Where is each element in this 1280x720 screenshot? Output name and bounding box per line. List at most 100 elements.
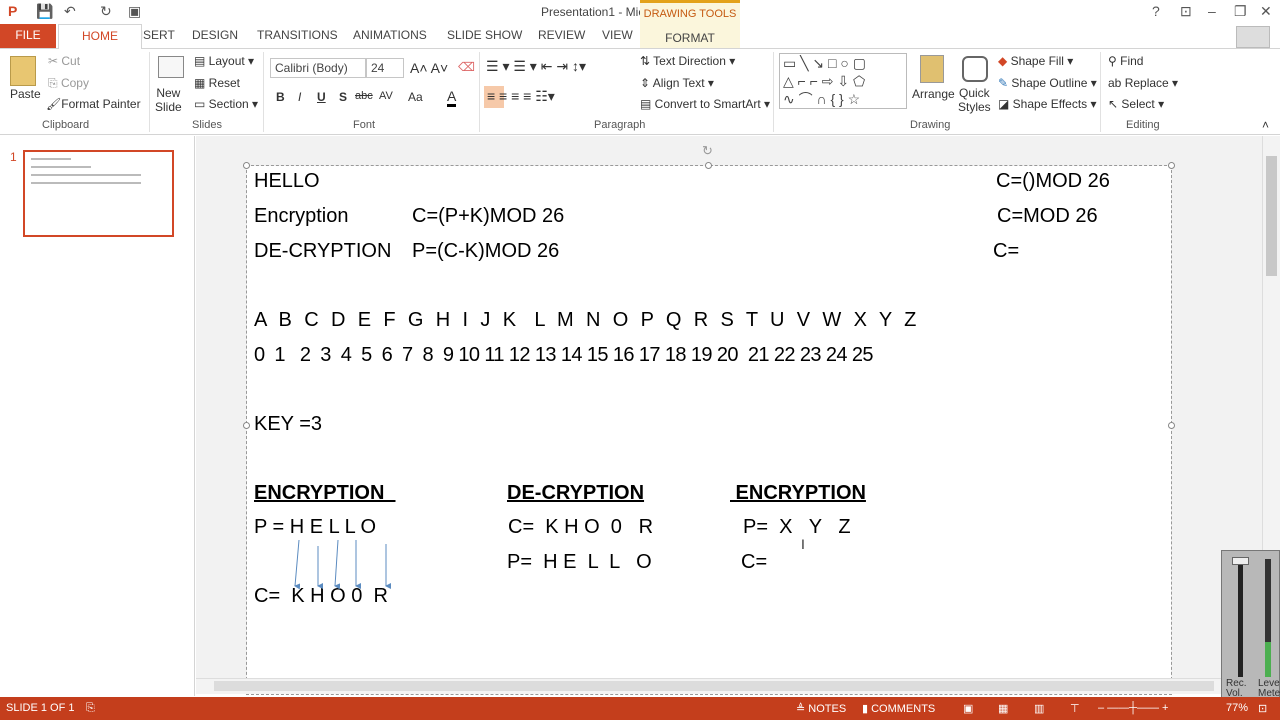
tab-transitions[interactable]: TRANSITIONS bbox=[257, 28, 338, 42]
format-painter-button[interactable]: 🖌Format Painter bbox=[46, 97, 141, 111]
rec-volume-slider[interactable] bbox=[1238, 559, 1243, 677]
alignment-icons[interactable]: ≡ ≡ ≡ ≡ ☷▾ bbox=[487, 88, 555, 105]
tab-review[interactable]: REVIEW bbox=[538, 28, 585, 42]
strikethrough-button[interactable]: abc bbox=[355, 90, 373, 102]
slide-text[interactable]: Encryption bbox=[254, 205, 349, 228]
brush-icon: 🖌 bbox=[46, 97, 62, 111]
key-text[interactable]: KEY =3 bbox=[254, 413, 322, 436]
zoom-level[interactable]: 77% bbox=[1226, 702, 1248, 714]
tab-slide-show[interactable]: SLIDE SHOW bbox=[447, 28, 522, 42]
arrange-button[interactable]: Arrange bbox=[912, 87, 955, 101]
layout-button[interactable]: ▤ Layout ▾ bbox=[194, 54, 254, 68]
text-direction-button[interactable]: ⇅ Text Direction ▾ bbox=[640, 54, 735, 68]
tab-design[interactable]: DESIGN bbox=[192, 28, 238, 42]
horizontal-scrollbar[interactable] bbox=[196, 678, 1262, 694]
shape-effects-button[interactable]: ◪ Shape Effects ▾ bbox=[998, 97, 1097, 111]
slide-text[interactable]: C=(P+K)MOD 26 bbox=[412, 205, 564, 228]
zoom-slider[interactable]: – ——┼—— + bbox=[1098, 702, 1168, 714]
encryption-heading[interactable]: ENCRYPTION bbox=[254, 482, 396, 505]
minimize-button[interactable]: – bbox=[1208, 3, 1216, 19]
slide-text[interactable]: DE-CRYPTION bbox=[254, 240, 391, 263]
paste-icon[interactable] bbox=[10, 56, 36, 86]
paste-button[interactable]: Paste bbox=[10, 87, 41, 101]
resize-handle[interactable] bbox=[705, 162, 712, 169]
tab-format[interactable]: FORMAT bbox=[640, 31, 740, 45]
shape-fill-button[interactable]: ◆ Shape Fill ▾ bbox=[998, 54, 1073, 68]
replace-button[interactable]: ab Replace ▾ bbox=[1108, 76, 1178, 90]
slide-text[interactable]: HELLO bbox=[254, 170, 320, 193]
tab-file[interactable]: FILE bbox=[0, 24, 56, 48]
resize-handle[interactable] bbox=[243, 162, 250, 169]
ciphertext-line[interactable]: C= bbox=[741, 551, 767, 574]
reading-view-icon[interactable]: ▥ bbox=[1034, 702, 1044, 715]
underline-button[interactable]: U bbox=[317, 90, 326, 104]
section-button[interactable]: ▭ Section ▾ bbox=[194, 97, 258, 111]
cut-button[interactable]: ✂ Cut bbox=[48, 54, 80, 68]
normal-view-icon[interactable]: ▣ bbox=[963, 702, 973, 715]
close-button[interactable]: ✕ bbox=[1260, 3, 1272, 20]
plaintext-line[interactable]: P= X Y Z bbox=[743, 516, 851, 539]
tab-animations[interactable]: ANIMATIONS bbox=[353, 28, 427, 42]
comments-button[interactable]: ▮ COMMENTS bbox=[862, 702, 935, 715]
plaintext-line[interactable]: P = H E L L O bbox=[254, 516, 376, 539]
ribbon-display-button[interactable]: ⊡ bbox=[1180, 3, 1192, 20]
notes-button[interactable]: ≜ NOTES bbox=[796, 702, 846, 715]
slide-text[interactable]: P=(C-K)MOD 26 bbox=[412, 240, 559, 263]
plaintext-line[interactable]: P= H E L L O bbox=[507, 551, 652, 574]
slide-sorter-icon[interactable]: ▦ bbox=[998, 702, 1008, 715]
copy-button[interactable]: ⎘ Copy bbox=[48, 76, 89, 91]
rec-volume-thumb[interactable] bbox=[1232, 557, 1249, 565]
fit-slide-icon[interactable]: ⊡ bbox=[1258, 702, 1267, 715]
shadow-button[interactable]: S bbox=[339, 90, 347, 104]
quick-styles-icon[interactable] bbox=[962, 56, 988, 82]
align-text-button[interactable]: ⇕ Align Text ▾ bbox=[640, 76, 714, 90]
bold-button[interactable]: B bbox=[276, 90, 285, 104]
font-family-select[interactable]: Calibri (Body) bbox=[270, 58, 366, 78]
change-case-button[interactable]: Aa bbox=[408, 90, 423, 104]
slideshow-icon[interactable]: ⊤ bbox=[1070, 702, 1080, 715]
convert-smartart-button[interactable]: ▤ Convert to SmartArt ▾ bbox=[640, 97, 770, 111]
slide-text[interactable]: C=MOD 26 bbox=[997, 205, 1098, 228]
new-slide-button[interactable]: New Slide bbox=[155, 86, 182, 114]
slide-text[interactable]: C= bbox=[993, 240, 1019, 263]
format-painter-label: Format Painter bbox=[61, 97, 141, 111]
help-button[interactable]: ? bbox=[1152, 3, 1160, 19]
collapse-ribbon-icon[interactable]: ˄ bbox=[1262, 118, 1269, 132]
resize-handle[interactable] bbox=[1168, 422, 1175, 429]
resize-handle[interactable] bbox=[1168, 162, 1175, 169]
new-slide-icon[interactable] bbox=[158, 56, 184, 78]
user-avatar[interactable] bbox=[1236, 26, 1270, 48]
grow-font-icon[interactable]: A˄ A˅ bbox=[410, 60, 448, 76]
number-row[interactable]: 0 1 2 3 4 5 6 7 8 9 10 11 12 13 14 15 16… bbox=[254, 344, 874, 367]
clear-formatting-icon[interactable]: ⌫ bbox=[458, 60, 475, 74]
resize-handle[interactable] bbox=[243, 422, 250, 429]
reset-button[interactable]: ▦ Reset bbox=[194, 76, 240, 90]
slide-thumbnail[interactable] bbox=[23, 150, 174, 237]
quick-styles-button[interactable]: Quick Styles bbox=[958, 86, 991, 114]
shape-outline-button[interactable]: ✎ Shape Outline ▾ bbox=[998, 76, 1097, 90]
smartart-icon: ▤ bbox=[640, 97, 655, 111]
character-spacing-button[interactable]: AV bbox=[379, 90, 393, 102]
font-size-select[interactable]: 24 bbox=[366, 58, 404, 78]
ciphertext-line[interactable]: C= K H O 0 R bbox=[508, 516, 653, 539]
alphabet-row[interactable]: A B C D E F G H I J K L M N O P Q R S T … bbox=[254, 309, 917, 332]
tab-view[interactable]: VIEW bbox=[602, 28, 633, 42]
section-label: Section bbox=[208, 97, 249, 111]
select-button[interactable]: ↖ Select ▾ bbox=[1108, 97, 1164, 111]
arrange-icon[interactable] bbox=[920, 55, 944, 83]
pen-icon: ✎ bbox=[998, 76, 1012, 90]
encryption-heading-2[interactable]: ENCRYPTION bbox=[730, 482, 866, 505]
restore-button[interactable]: ❐ bbox=[1234, 3, 1247, 20]
binoculars-icon: ⚲ bbox=[1108, 54, 1121, 68]
slide-text[interactable]: C=()MOD 26 bbox=[996, 170, 1110, 193]
shapes-gallery[interactable]: ▭ ╲ ↘ □ ○ ▢ △ ⌐ ⌐ ⇨ ⇩ ⬠ ∿ ⌒ ∩ { } ☆ bbox=[779, 53, 907, 109]
font-color-button[interactable]: A bbox=[447, 88, 457, 107]
shape-effects-icon: ◪ bbox=[998, 97, 1013, 111]
spell-check-icon[interactable]: ⎘ bbox=[86, 702, 95, 715]
tab-home[interactable]: HOME bbox=[58, 24, 142, 49]
bullets-icon[interactable]: ☰ ▾ ☰ ▾ ⇤ ⇥ ↕▾ bbox=[486, 58, 586, 75]
rotate-handle-icon[interactable]: ↻ bbox=[702, 143, 713, 159]
decryption-heading[interactable]: DE-CRYPTION bbox=[507, 482, 644, 505]
find-button[interactable]: ⚲ Find bbox=[1108, 54, 1143, 68]
italic-button[interactable]: I bbox=[298, 90, 301, 104]
